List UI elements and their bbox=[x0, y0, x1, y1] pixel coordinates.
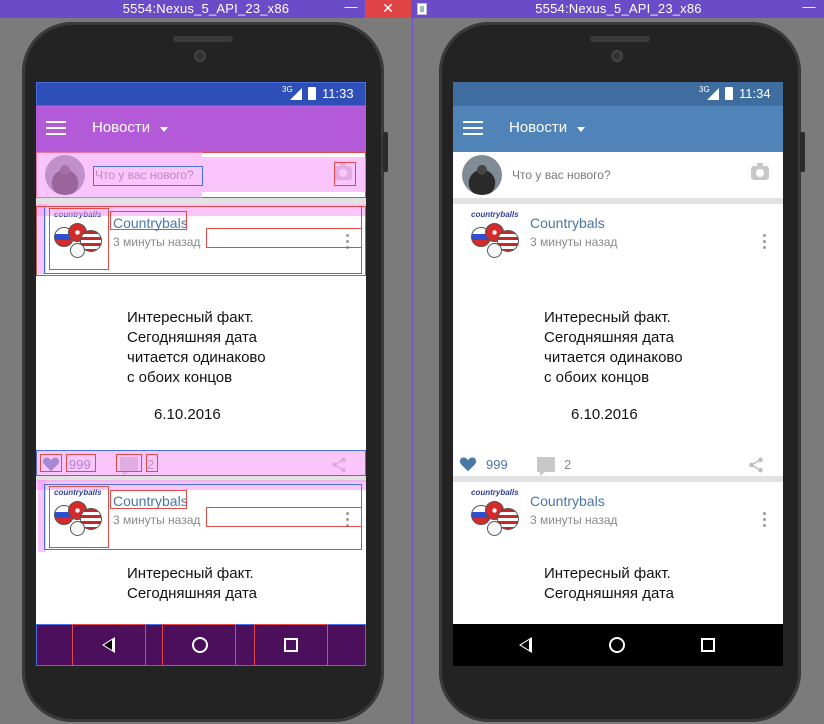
volume-button[interactable] bbox=[800, 132, 805, 172]
status-bar: 3G 11:34 bbox=[453, 82, 783, 106]
post-time: 3 минуты назад bbox=[113, 235, 201, 249]
speaker-grille bbox=[590, 36, 650, 42]
author-avatar[interactable]: countryballs bbox=[52, 488, 108, 544]
menu-icon[interactable] bbox=[46, 121, 66, 135]
heart-icon[interactable] bbox=[459, 456, 477, 472]
app-bar: Новости bbox=[453, 106, 783, 152]
back-icon[interactable] bbox=[102, 637, 115, 653]
post-author[interactable]: Countrybals bbox=[530, 493, 605, 509]
news-feed[interactable]: Что у вас нового? countryballs Countryba… bbox=[453, 152, 783, 624]
post-header: countryballs Countrybals 3 минуты назад bbox=[36, 482, 366, 566]
caret-down-icon[interactable] bbox=[577, 127, 585, 132]
post-actions: 999 2 bbox=[453, 454, 783, 476]
kebab-menu-icon[interactable] bbox=[346, 234, 350, 250]
front-camera bbox=[611, 50, 623, 62]
front-camera bbox=[194, 50, 206, 62]
signal-icon bbox=[707, 88, 719, 100]
navigation-bar bbox=[36, 624, 366, 666]
avatar[interactable] bbox=[462, 155, 502, 195]
likes-count[interactable]: 999 bbox=[486, 457, 508, 472]
window-titlebar[interactable]: 5554:Nexus_5_API_23_x86 — bbox=[413, 0, 824, 18]
post-text: Интересный факт. Сегодняшняя дата bbox=[127, 565, 258, 602]
post-header: countryballs Countrybals 3 минуты назад bbox=[453, 204, 783, 288]
device-screen: 3G 11:34 Новости Что у вас нового? count… bbox=[453, 82, 783, 666]
recent-apps-icon[interactable] bbox=[701, 638, 715, 652]
minimize-button[interactable]: — bbox=[796, 0, 822, 17]
comments-count[interactable]: 2 bbox=[564, 457, 571, 472]
logo-text: countryballs bbox=[471, 210, 519, 219]
camera-icon[interactable] bbox=[334, 163, 352, 180]
phone-frame: 3G 11:34 Новости Что у вас нового? count… bbox=[439, 22, 805, 722]
post-author[interactable]: Countrybals bbox=[113, 493, 188, 509]
phone-frame: 3G 11:33 Новости Что у вас нового? count… bbox=[22, 22, 388, 722]
logo-text: countryballs bbox=[54, 210, 102, 219]
compose-bar[interactable]: Что у вас нового? bbox=[453, 152, 783, 198]
battery-icon bbox=[725, 87, 733, 100]
avatar[interactable] bbox=[45, 155, 85, 195]
post-header: countryballs Countrybals 3 минуты назад bbox=[36, 204, 366, 288]
post-text: Интересный факт. Сегодняшняя дата bbox=[544, 565, 675, 602]
close-button[interactable]: ✕ bbox=[365, 0, 411, 18]
post-author[interactable]: Countrybals bbox=[530, 215, 605, 231]
post-text: Интересный факт. Сегодняшняя дата читает… bbox=[127, 309, 266, 386]
emulator-window-right: 5554:Nexus_5_API_23_x86 — 3G 11:34 Новос… bbox=[413, 0, 824, 724]
post-author[interactable]: Countrybals bbox=[113, 215, 188, 231]
post-date: 6.10.2016 bbox=[571, 406, 638, 423]
emulator-window-left: 5554:Nexus_5_API_23_x86 — ✕ 3G 11:33 Нов… bbox=[0, 0, 412, 724]
comments-count[interactable]: 2 bbox=[147, 457, 154, 472]
navigation-bar bbox=[453, 624, 783, 666]
post-time: 3 минуты назад bbox=[530, 513, 618, 527]
share-icon[interactable] bbox=[747, 456, 765, 474]
heart-icon[interactable] bbox=[42, 456, 60, 472]
kebab-menu-icon[interactable] bbox=[763, 234, 767, 250]
author-avatar[interactable]: countryballs bbox=[469, 210, 525, 266]
window-title: 5554:Nexus_5_API_23_x86 bbox=[535, 1, 702, 16]
logo-text: countryballs bbox=[54, 488, 102, 497]
post-header: countryballs Countrybals 3 минуты назад bbox=[453, 482, 783, 566]
home-icon[interactable] bbox=[192, 637, 208, 653]
signal-icon bbox=[290, 88, 302, 100]
post-text: Интересный факт. Сегодняшняя дата читает… bbox=[544, 309, 683, 386]
compose-input[interactable]: Что у вас нового? bbox=[95, 168, 194, 182]
kebab-menu-icon[interactable] bbox=[763, 512, 767, 528]
post-card: countryballs Countrybals 3 минуты назад … bbox=[36, 204, 366, 476]
app-bar: Новости bbox=[36, 106, 366, 152]
volume-button[interactable] bbox=[383, 132, 388, 172]
comment-icon[interactable] bbox=[537, 457, 555, 476]
window-titlebar[interactable]: 5554:Nexus_5_API_23_x86 — ✕ bbox=[0, 0, 412, 18]
compose-bar[interactable]: Что у вас нового? bbox=[36, 152, 366, 198]
status-time: 11:33 bbox=[322, 86, 354, 101]
post-card: countryballs Countrybals 3 минуты назад … bbox=[36, 482, 366, 624]
camera-icon[interactable] bbox=[751, 163, 769, 180]
menu-icon[interactable] bbox=[463, 121, 483, 135]
post-time: 3 минуты назад bbox=[530, 235, 618, 249]
post-card: countryballs Countrybals 3 минуты назад … bbox=[453, 204, 783, 476]
status-time: 11:34 bbox=[739, 86, 771, 101]
recent-apps-icon[interactable] bbox=[284, 638, 298, 652]
post-date: 6.10.2016 bbox=[154, 406, 221, 423]
speaker-grille bbox=[173, 36, 233, 42]
news-feed[interactable]: Что у вас нового? countryballs Countryba… bbox=[36, 152, 366, 624]
author-avatar[interactable]: countryballs bbox=[52, 210, 108, 266]
post-time: 3 минуты назад bbox=[113, 513, 201, 527]
author-avatar[interactable]: countryballs bbox=[469, 488, 525, 544]
home-icon[interactable] bbox=[609, 637, 625, 653]
compose-input[interactable]: Что у вас нового? bbox=[512, 168, 611, 182]
share-icon[interactable] bbox=[330, 456, 348, 474]
device-screen: 3G 11:33 Новости Что у вас нового? count… bbox=[36, 82, 366, 666]
minimize-button[interactable]: — bbox=[338, 0, 364, 17]
likes-count[interactable]: 999 bbox=[69, 457, 91, 472]
caret-down-icon[interactable] bbox=[160, 127, 168, 132]
page-title[interactable]: Новости bbox=[509, 119, 567, 136]
kebab-menu-icon[interactable] bbox=[346, 512, 350, 528]
page-title[interactable]: Новости bbox=[92, 119, 150, 136]
logo-text: countryballs bbox=[471, 488, 519, 497]
post-actions: 999 2 bbox=[36, 454, 366, 476]
back-icon[interactable] bbox=[519, 637, 532, 653]
battery-icon bbox=[308, 87, 316, 100]
comment-icon[interactable] bbox=[120, 457, 138, 476]
status-bar: 3G 11:33 bbox=[36, 82, 366, 106]
post-card: countryballs Countrybals 3 минуты назад … bbox=[453, 482, 783, 624]
